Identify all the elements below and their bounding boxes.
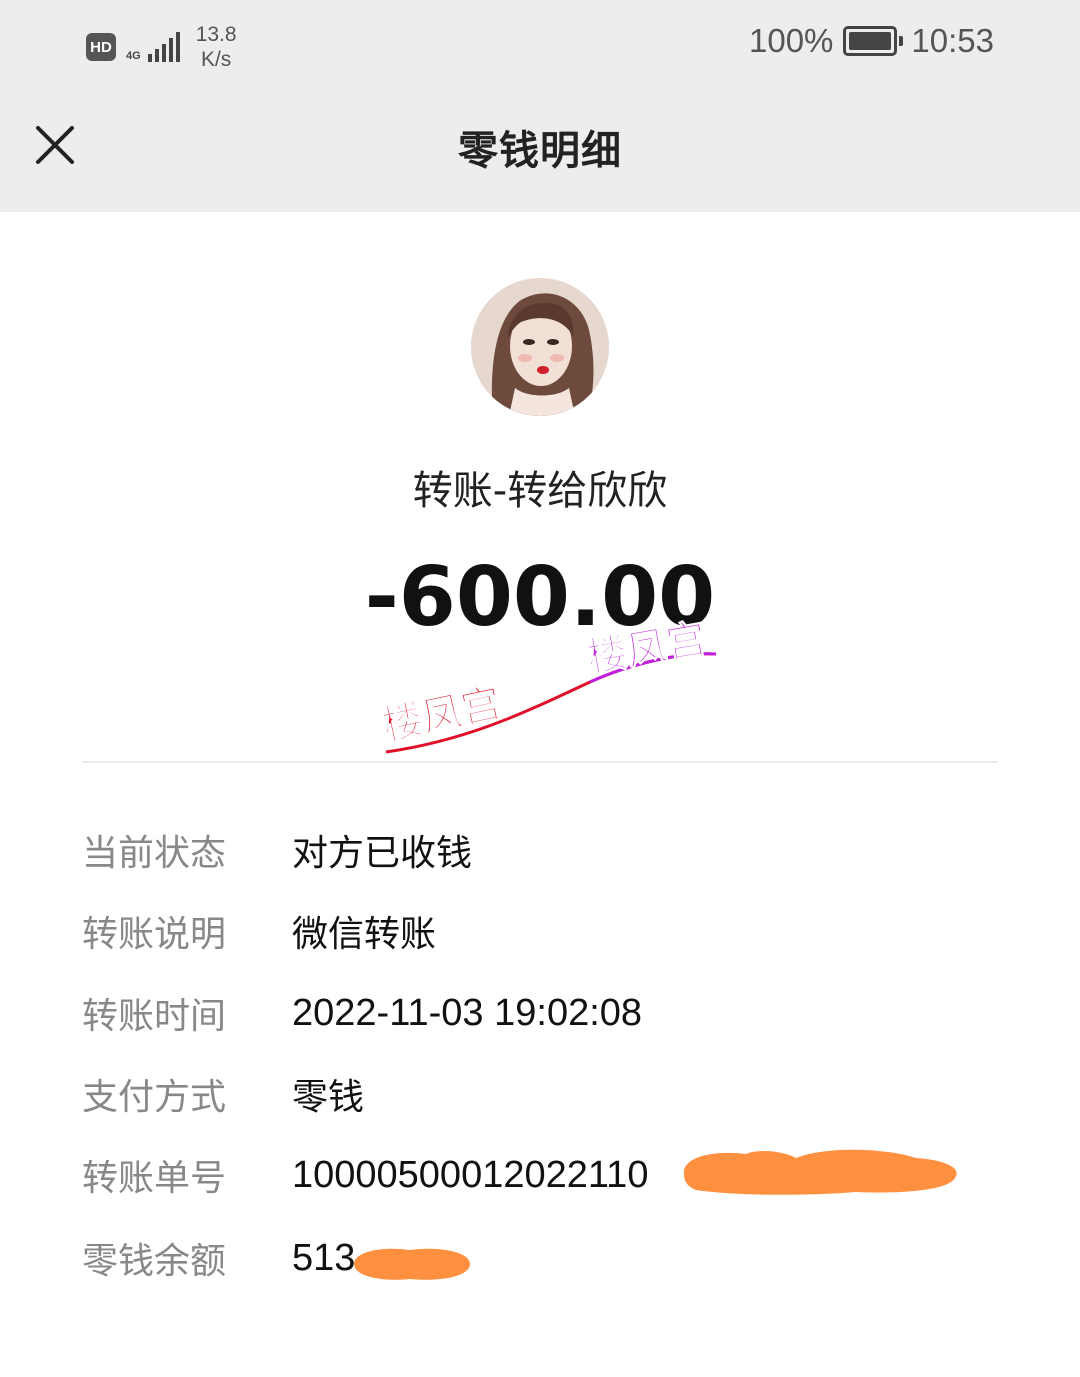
detail-label: 支付方式: [82, 1077, 227, 1118]
detail-row-status: 当前状态 对方已收钱: [82, 825, 472, 875]
divider: [82, 761, 998, 763]
battery-icon: [843, 26, 904, 56]
payee-description: 转账-转给欣欣: [412, 468, 668, 514]
avatar-portrait: [471, 278, 609, 416]
avatar: [471, 278, 609, 416]
network-type: 4G: [126, 50, 141, 62]
status-left: HD 4G 13.8 K/s: [86, 22, 237, 72]
detail-label: 当前状态: [82, 833, 227, 874]
detail-label: 转账时间: [82, 996, 227, 1037]
redaction-mark: [683, 1149, 957, 1195]
page-title: 零钱明细: [458, 128, 622, 174]
detail-row-balance: 零钱余额 513: [82, 1233, 355, 1283]
hd-icon: HD: [86, 33, 116, 61]
detail-value: 对方已收钱: [292, 833, 473, 874]
detail-value: 10000500012022110: [292, 1153, 649, 1196]
detail-label: 转账单号: [82, 1158, 227, 1199]
redaction-mark: [354, 1248, 470, 1280]
watermark-text-purple: 楼凤宫: [584, 616, 710, 682]
detail-value: 微信转账: [292, 914, 437, 955]
signal-bars: [145, 32, 180, 62]
status-bar: HD 4G 13.8 K/s 100% 10:53: [0, 0, 1080, 96]
speed-unit: K/s: [200, 48, 232, 71]
detail-label: 零钱余额: [82, 1241, 227, 1282]
status-right: 100% 10:53: [749, 22, 994, 60]
speed-value: 13.8: [195, 23, 237, 46]
detail-row-payment-method: 支付方式 零钱: [82, 1069, 364, 1119]
detail-row-time: 转账时间 2022-11-03 19:02:08: [82, 988, 642, 1038]
detail-value: 513: [292, 1236, 356, 1279]
clock: 10:53: [911, 22, 994, 59]
detail-label: 转账说明: [82, 914, 227, 955]
battery-percent: 100%: [749, 22, 834, 59]
signal-icon: 4G: [126, 32, 180, 62]
detail-value: 2022-11-03 19:02:08: [292, 991, 643, 1034]
watermark: 楼凤宫 楼凤宫: [380, 615, 717, 754]
detail-row-note: 转账说明 微信转账: [82, 906, 436, 956]
detail-value: 零钱: [292, 1077, 365, 1118]
nav-bar: 零钱明细: [0, 96, 1080, 212]
detail-row-transfer-id: 转账单号 10000500012022110: [82, 1150, 648, 1200]
network-speed: 13.8 K/s: [196, 22, 237, 72]
